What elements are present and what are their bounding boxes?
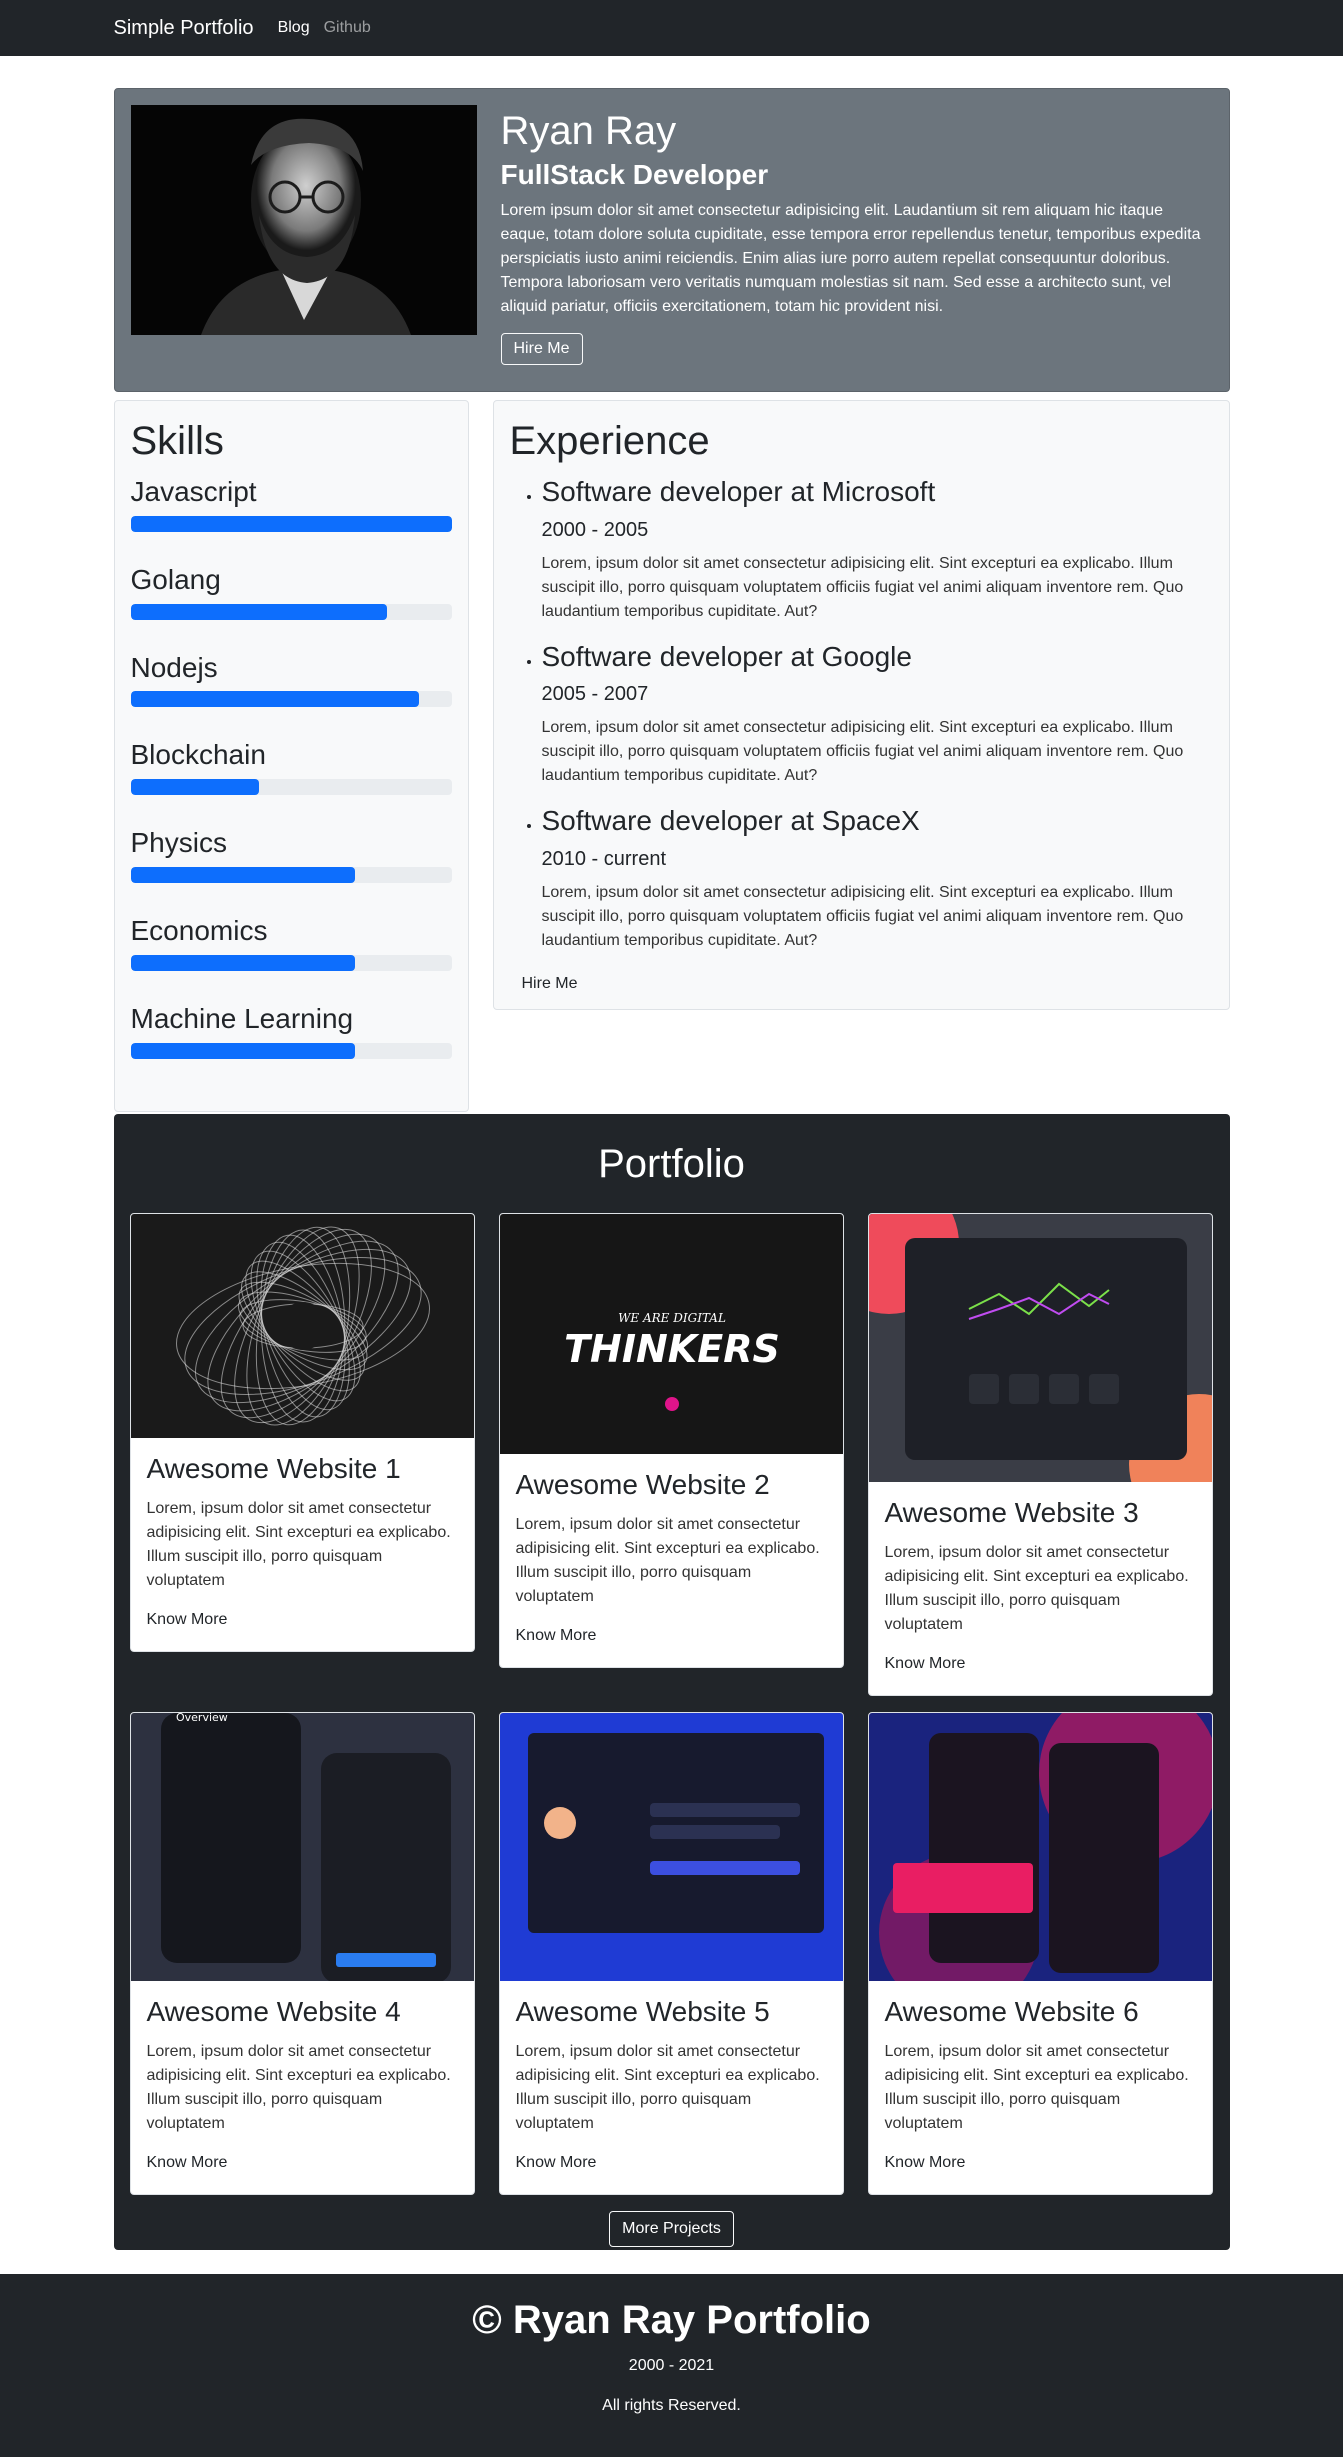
experience-item: Software developer at Microsoft 2000 - 20… <box>542 475 1213 624</box>
skills-title: Skills <box>130 419 224 463</box>
experience-panel: Experience Software developer at Microso… <box>492 400 1230 1010</box>
experience-dates: 2000 - 2005 <box>541 518 649 541</box>
skill-item: Physics <box>130 827 452 883</box>
skill-progress-fill <box>130 515 452 532</box>
know-more-link[interactable]: Know More <box>147 2148 228 2178</box>
project-description: Lorem, ipsum dolor sit amet consectetur … <box>146 1499 451 1589</box>
know-more-link[interactable]: Know More <box>516 1621 597 1651</box>
more-projects-button[interactable]: More Projects <box>609 2210 734 2247</box>
experience-item: Software developer at Google 2005 - 2007 L… <box>542 640 1213 789</box>
project-thumbnail: Overview <box>130 1712 474 1981</box>
know-more-link[interactable]: Know More <box>885 1649 966 1679</box>
experience-description: Lorem, ipsum dolor sit amet consectetur … <box>541 883 1184 949</box>
project-card: Awesome Website 3 Lorem, ipsum dolor sit … <box>867 1213 1213 1696</box>
experience-dates: 2010 - current <box>541 847 667 870</box>
skill-progress-fill <box>130 866 356 883</box>
skill-item: Javascript <box>130 476 452 532</box>
portfolio-section: Portfolio Awesome Website 1 Lorem, ipsum … <box>113 1114 1230 2250</box>
profile-photo <box>130 105 477 335</box>
project-title: Awesome Website 1 <box>146 1453 401 1484</box>
skill-item: Machine Learning <box>130 1002 452 1059</box>
skill-name: Machine Learning <box>130 1002 354 1034</box>
experience-job-title: Software developer at SpaceX <box>541 805 920 837</box>
project-title: Awesome Website 6 <box>884 1995 1139 2027</box>
project-thumbnail <box>868 1712 1212 1981</box>
know-more-link[interactable]: Know More <box>516 2148 597 2178</box>
skill-progress-fill <box>130 1042 356 1059</box>
know-more-link[interactable]: Know More <box>885 2148 966 2178</box>
project-title: Awesome Website 2 <box>515 1469 770 1500</box>
skill-name: Javascript <box>130 476 257 507</box>
project-description: Lorem, ipsum dolor sit amet consectetur … <box>884 2042 1189 2132</box>
project-title: Awesome Website 5 <box>515 1995 770 2027</box>
skill-progress-fill <box>130 954 356 971</box>
experience-job-title: Software developer at Microsoft <box>541 476 936 507</box>
experience-title: Experience <box>509 419 710 463</box>
project-thumbnail <box>130 1214 474 1438</box>
project-thumbnail <box>499 1712 843 1981</box>
footer: © Ryan Ray Portfolio 2000 - 2021 All rig… <box>0 2274 1343 2457</box>
project-card: Awesome Website 1 Lorem, ipsum dolor sit … <box>129 1213 475 1652</box>
skill-item: Economics <box>130 914 452 971</box>
experience-dates: 2005 - 2007 <box>541 683 649 706</box>
hero-role: FullStack Developer <box>500 159 769 190</box>
hero-section: Ryan Ray FullStack Developer Lorem ipsum… <box>113 88 1230 392</box>
skill-item: Nodejs <box>130 651 452 708</box>
skill-progress-bar <box>130 691 452 708</box>
skill-progress-fill <box>130 691 420 708</box>
thumb-kicker: WE ARE DIGITAL <box>618 1311 726 1325</box>
nav-link-blog[interactable]: Blog <box>278 19 310 37</box>
navbar: Simple Portfolio Blog Github <box>0 0 1343 56</box>
project-description: Lorem, ipsum dolor sit amet consectetur … <box>146 2042 451 2132</box>
experience-job-title: Software developer at Google <box>541 640 912 672</box>
skill-item: Blockchain <box>130 739 452 796</box>
skills-panel: Skills Javascript Golang Nodejs Blockchain P… <box>113 400 469 1112</box>
project-description: Lorem, ipsum dolor sit amet consectetur … <box>515 2042 820 2132</box>
project-card: WE ARE DIGITAL THINKERS Awesome Website 2 L… <box>498 1213 844 1668</box>
know-more-link[interactable]: Know More <box>147 1605 228 1635</box>
footer-rights: All rights Reserved. <box>602 2397 741 2414</box>
skill-name: Golang <box>130 563 221 595</box>
skill-name: Economics <box>130 914 268 946</box>
nav-link-github[interactable]: Github <box>324 19 371 37</box>
skill-name: Blockchain <box>130 739 266 771</box>
project-card: Awesome Website 5 Lorem, ipsum dolor sit … <box>498 1711 844 2195</box>
experience-hire-me-button[interactable]: Hire Me <box>510 969 590 999</box>
skill-progress-bar <box>130 779 452 796</box>
project-thumbnail <box>868 1214 1212 1482</box>
footer-title: © Ryan Ray Portfolio <box>472 2298 871 2342</box>
skill-name: Physics <box>130 827 227 859</box>
project-card: Awesome Website 6 Lorem, ipsum dolor sit … <box>867 1711 1213 2195</box>
project-description: Lorem, ipsum dolor sit amet consectetur … <box>884 1543 1189 1633</box>
project-title: Awesome Website 3 <box>884 1497 1139 1528</box>
skill-progress-bar <box>130 515 452 532</box>
experience-item: Software developer at SpaceX 2010 - curre… <box>542 804 1213 953</box>
skill-progress-bar <box>130 954 452 971</box>
hire-me-button[interactable]: Hire Me <box>500 333 583 365</box>
skill-progress-fill <box>130 779 259 796</box>
hero-bio: Lorem ipsum dolor sit amet consectetur a… <box>500 202 1201 315</box>
skill-progress-bar <box>130 866 452 883</box>
project-thumbnail: WE ARE DIGITAL THINKERS <box>499 1214 843 1454</box>
experience-description: Lorem, ipsum dolor sit amet consectetur … <box>541 554 1184 620</box>
skill-item: Golang <box>130 563 452 620</box>
project-description: Lorem, ipsum dolor sit amet consectetur … <box>515 1515 820 1605</box>
experience-description: Lorem, ipsum dolor sit amet consectetur … <box>541 719 1184 785</box>
skill-progress-bar <box>130 1042 452 1059</box>
portfolio-title: Portfolio <box>598 1142 745 1186</box>
project-title: Awesome Website 4 <box>146 1995 401 2027</box>
thumb-overview: Overview <box>176 1713 228 1724</box>
hero-name: Ryan Ray <box>500 109 677 153</box>
skill-name: Nodejs <box>130 651 218 683</box>
skill-progress-fill <box>130 603 388 620</box>
brand-link[interactable]: Simple Portfolio <box>114 17 254 40</box>
footer-years: 2000 - 2021 <box>628 2357 715 2374</box>
project-card: Overview Awesome Website 4 Lorem, ipsum do… <box>129 1711 475 2195</box>
thumb-headline: THINKERS <box>564 1327 780 1371</box>
skill-progress-bar <box>130 603 452 620</box>
